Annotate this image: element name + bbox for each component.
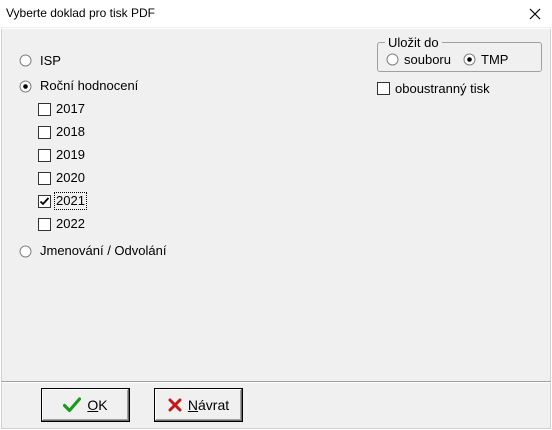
radio-tmp[interactable] <box>463 53 476 66</box>
save-to-group-title: Uložit do <box>385 35 442 51</box>
radio-tmp-label[interactable]: TMP <box>481 52 508 68</box>
radio-jmenovani-odvolani[interactable] <box>19 245 32 258</box>
checkbox-duplex-label[interactable]: oboustranný tisk <box>395 81 490 97</box>
checkbox-2022-label[interactable]: 2022 <box>56 216 85 232</box>
checkbox-2020[interactable] <box>38 172 51 185</box>
checkmark-icon <box>63 397 82 413</box>
checkbox-2017[interactable] <box>38 103 51 116</box>
radio-souboru[interactable] <box>386 53 399 66</box>
navrat-button-label: Návrat <box>187 397 230 413</box>
checkbox-2019[interactable] <box>38 149 51 162</box>
close-icon[interactable] <box>529 8 541 20</box>
radio-isp[interactable] <box>19 54 32 67</box>
ok-button[interactable]: OK <box>41 388 130 422</box>
checkbox-duplex[interactable] <box>377 82 390 95</box>
checkbox-2021[interactable] <box>38 195 51 208</box>
radio-rocni-hodnoceni[interactable] <box>19 80 32 93</box>
ok-button-label: OK <box>87 397 108 413</box>
close-button[interactable] <box>518 0 552 28</box>
checkbox-2018[interactable] <box>38 126 51 139</box>
radio-isp-label[interactable]: ISP <box>40 53 61 69</box>
checkbox-2019-label[interactable]: 2019 <box>56 147 85 163</box>
checkbox-2022[interactable] <box>38 218 51 231</box>
cancel-x-icon <box>168 398 182 412</box>
radio-jmenovani-odvolani-label[interactable]: Jmenování / Odvolání <box>40 243 166 259</box>
navrat-button[interactable]: Návrat <box>154 388 243 422</box>
radio-rocni-hodnoceni-label[interactable]: Roční hodnocení <box>40 78 138 94</box>
checkbox-2018-label[interactable]: 2018 <box>56 124 85 140</box>
button-bar-separator-highlight <box>1 382 551 383</box>
window-title: Vyberte doklad pro tisk PDF <box>6 6 155 20</box>
checkbox-2020-label[interactable]: 2020 <box>56 170 85 186</box>
checkbox-2021-label[interactable]: 2021 <box>54 192 87 210</box>
radio-souboru-label[interactable]: souboru <box>404 52 451 68</box>
title-bar: Vyberte doklad pro tisk PDF <box>0 0 552 28</box>
checkbox-2017-label[interactable]: 2017 <box>56 101 85 117</box>
